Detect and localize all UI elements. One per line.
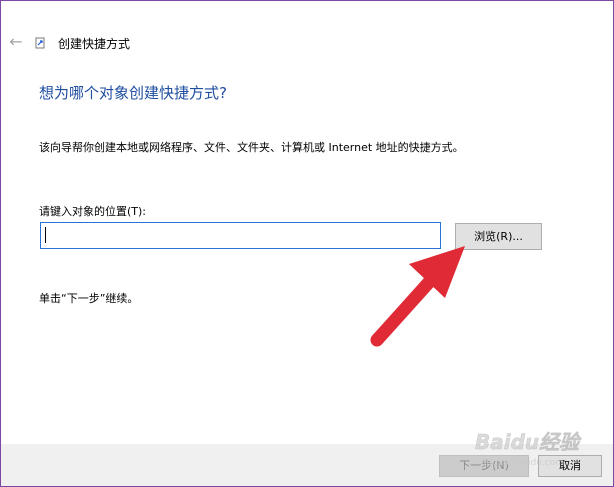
text-caret — [45, 227, 46, 243]
title-bar: ← 创建快捷方式 — [1, 29, 613, 57]
create-shortcut-window: ← 创建快捷方式 想为哪个对象创建快捷方式? 该向导帮你创建本地或网络程序、文件… — [0, 0, 614, 487]
continue-hint: 单击“下一步”继续。 — [39, 292, 139, 305]
back-button[interactable]: ← — [5, 31, 27, 53]
wizard-description: 该向导帮你创建本地或网络程序、文件、文件夹、计算机或 Internet 地址的快… — [39, 141, 464, 154]
cancel-button[interactable]: 取消 — [538, 455, 602, 477]
page-heading: 想为哪个对象创建快捷方式? — [39, 84, 227, 102]
next-button[interactable]: 下一步(N) — [439, 455, 529, 477]
red-arrow-icon — [370, 246, 465, 347]
location-label: 请键入对象的位置(T): — [39, 205, 147, 218]
wizard-footer: 下一步(N) 取消 — [1, 444, 613, 486]
shortcut-app-icon — [35, 37, 45, 49]
window-title: 创建快捷方式 — [58, 37, 131, 51]
arrow-left-icon: ← — [9, 32, 23, 51]
